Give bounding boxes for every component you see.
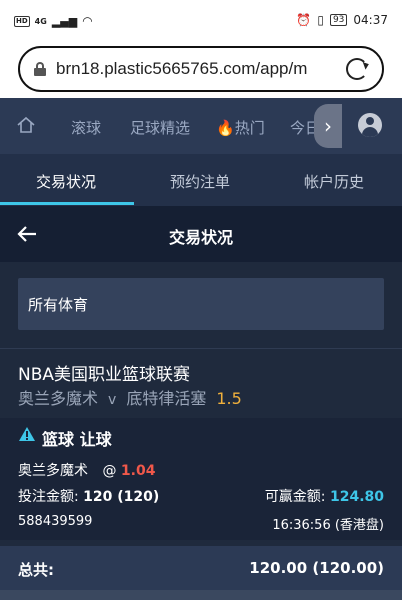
handicap-line: 1.5 <box>216 389 242 408</box>
tab-reservations[interactable]: 预约注单 <box>170 171 230 192</box>
address-bar[interactable]: brn18.plastic5665765.com/app/m <box>18 46 384 92</box>
away-team: 底特律活塞 <box>126 389 207 408</box>
ticket-id: 588439599 <box>18 514 93 529</box>
warning-icon <box>19 427 35 441</box>
home-icon[interactable] <box>16 115 36 135</box>
nav-item-hot[interactable]: 🔥热门 <box>216 117 265 138</box>
chevron-right-icon: › <box>324 114 332 138</box>
home-team: 奥兰多魔术 <box>18 389 99 408</box>
fire-icon: 🔥 <box>216 119 235 137</box>
win-label: 可赢金额: <box>264 489 326 505</box>
browser-toolbar: brn18.plastic5665765.com/app/m <box>0 40 402 98</box>
clock: 04:37 <box>353 13 388 27</box>
page-title: 交易状况 <box>168 228 233 247</box>
nav-item-live[interactable]: 滚球 <box>71 117 101 138</box>
odds-value: 1.04 <box>120 463 156 479</box>
lock-icon <box>34 62 46 76</box>
url-text[interactable]: brn18.plastic5665765.com/app/m <box>56 59 336 79</box>
total-value: 120.00 (120.00) <box>249 559 384 577</box>
active-tab-indicator <box>0 202 134 205</box>
stake-label: 投注金额: <box>18 489 79 505</box>
stake-value: 120 (120) <box>83 489 160 505</box>
account-avatar-icon[interactable] <box>358 113 382 137</box>
reload-icon[interactable] <box>346 58 368 80</box>
matchup: 奥兰多魔术 v 底特律活塞 1.5 <box>18 385 242 409</box>
signal-icon: ▂▄▆ <box>51 14 78 28</box>
selection-team: 奥兰多魔术 <box>18 463 88 479</box>
bet-selection: 奥兰多魔术 @ 1.04 <box>18 460 155 480</box>
vs-label: v <box>108 392 117 408</box>
league-name: NBA美国职业篮球联赛 <box>18 365 191 385</box>
at-symbol: @ <box>102 463 117 479</box>
win-value: 124.80 <box>329 489 384 505</box>
divider <box>0 348 402 349</box>
sport-filter-select[interactable]: 所有体育 <box>18 278 384 330</box>
tab-bar: 交易状况 预约注单 帐户历史 <box>0 154 402 206</box>
status-left: HD 4G ▂▄▆ ◠ <box>14 14 93 28</box>
battery-indicator: 93 <box>329 14 348 26</box>
status-right: ⏰ ▯ 93 04:37 <box>296 13 388 27</box>
network-indicator: 4G <box>34 16 47 26</box>
tab-transactions[interactable]: 交易状况 <box>36 171 96 192</box>
bet-timestamp: 16:36:56 (香港盘) <box>272 518 384 533</box>
nav-item-football[interactable]: 足球精选 <box>130 117 190 138</box>
wifi-icon: ◠ <box>82 14 93 28</box>
bottom-strip <box>0 590 402 600</box>
total-label: 总共: <box>18 561 54 579</box>
status-bar: HD 4G ▂▄▆ ◠ ⏰ ▯ 93 04:37 <box>0 0 402 40</box>
nav-scroll-right-button[interactable]: › <box>314 104 342 148</box>
alarm-icon: ⏰ <box>296 13 312 27</box>
hd-badge: HD <box>14 15 30 27</box>
potential-win: 可赢金额: 124.80 <box>265 486 384 506</box>
nav-item-hot-label: 热门 <box>234 119 265 137</box>
tab-account-history[interactable]: 帐户历史 <box>304 171 364 192</box>
stake: 投注金额: 120 (120) <box>18 486 159 506</box>
vibrate-icon: ▯ <box>317 13 324 27</box>
page-header: 交易状况 <box>0 206 402 262</box>
bet-type: 篮球 让球 <box>42 430 112 449</box>
